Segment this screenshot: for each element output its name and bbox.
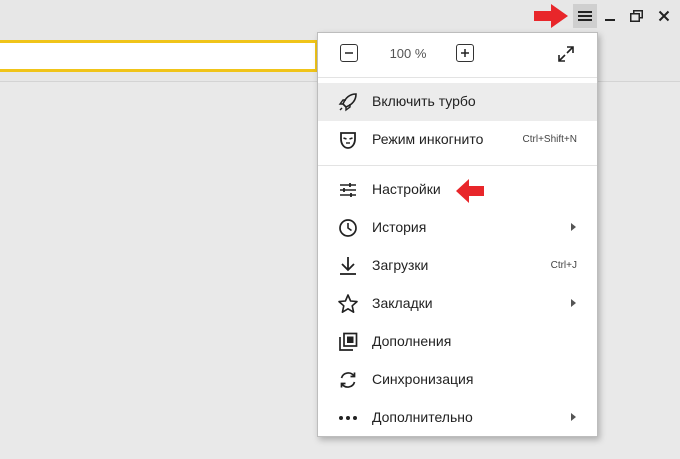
shortcut-label: Ctrl+Shift+N: [522, 134, 577, 145]
incognito-mask-icon: [340, 132, 356, 149]
menu-item-label: Дополнительно: [372, 409, 473, 425]
submenu-arrow-icon: [571, 299, 576, 307]
menu-icon: [578, 11, 592, 21]
star-icon: [338, 294, 358, 313]
menu-item-label: Закладки: [372, 295, 433, 311]
menu-button[interactable]: [573, 4, 597, 28]
red-arrow-annotation-icon: [534, 4, 568, 28]
fullscreen-icon: [558, 46, 574, 62]
menu-item-extensions[interactable]: Дополнения: [318, 323, 597, 361]
menu-item-label: Настройки: [372, 181, 441, 197]
minimize-icon: [605, 19, 615, 21]
menu-item-turbo[interactable]: Включить турбо: [318, 83, 597, 121]
zoom-controls: 100 %: [318, 33, 597, 77]
menu-item-bookmarks[interactable]: Закладки: [318, 285, 597, 323]
restore-icon: [629, 10, 643, 22]
menu-item-label: Включить турбо: [372, 93, 476, 109]
extensions-icon: [339, 332, 358, 351]
zoom-in-button[interactable]: [456, 44, 474, 62]
zoom-level: 100 %: [389, 46, 427, 61]
rocket-icon: [338, 93, 357, 112]
address-bar[interactable]: [0, 40, 318, 72]
clock-icon: [339, 219, 357, 237]
menu-item-sync[interactable]: Синхронизация: [318, 361, 597, 399]
menu-item-label: История: [372, 219, 427, 235]
menu-item-history[interactable]: История: [318, 209, 597, 247]
menu-item-incognito[interactable]: Режим инкогнито Ctrl+Shift+N: [318, 121, 597, 159]
minimize-button[interactable]: [598, 4, 622, 28]
submenu-arrow-icon: [571, 223, 576, 231]
restore-button[interactable]: [624, 4, 648, 28]
sync-icon: [340, 372, 356, 388]
zoom-out-button[interactable]: [340, 44, 358, 62]
menu-item-more[interactable]: Дополнительно: [318, 399, 597, 437]
zoom-out-icon: [345, 52, 353, 54]
submenu-arrow-icon: [571, 413, 576, 421]
zoom-in-icon: [461, 49, 469, 57]
menu-separator: [318, 77, 597, 78]
menu-item-downloads[interactable]: Загрузки Ctrl+J: [318, 247, 597, 285]
menu-item-label: Синхронизация: [372, 371, 474, 387]
menu-item-label: Загрузки: [372, 257, 429, 273]
menu-item-label: Дополнения: [372, 333, 452, 349]
more-dots-icon: [339, 416, 357, 420]
red-arrow-annotation-icon: [456, 179, 484, 203]
download-icon: [340, 257, 356, 275]
fullscreen-button[interactable]: [556, 44, 576, 64]
menu-separator: [318, 165, 597, 166]
main-menu: 100 % Включить турбо Режим инкогнито Ctr…: [317, 32, 598, 437]
menu-item-label: Режим инкогнито: [372, 131, 484, 147]
shortcut-label: Ctrl+J: [550, 260, 577, 271]
settings-sliders-icon: [340, 183, 356, 197]
close-window-button[interactable]: [652, 4, 676, 28]
close-icon: [658, 10, 670, 22]
